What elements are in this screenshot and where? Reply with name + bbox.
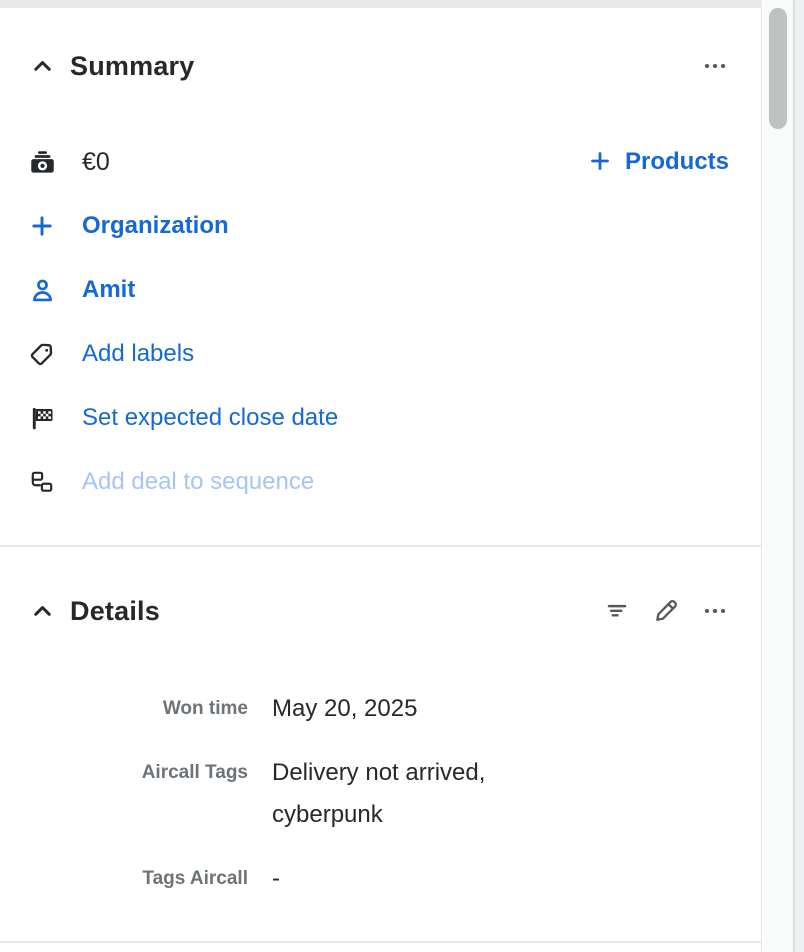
chevron-up-icon [29, 598, 56, 625]
scrollbar-thumb[interactable] [769, 8, 787, 129]
add-organization-row[interactable]: Organization [28, 211, 729, 241]
field-row-tags-aircall: Tags Aircall - [28, 858, 729, 900]
details-menu-button[interactable] [701, 597, 729, 625]
field-value[interactable]: - [272, 858, 582, 900]
summary-collapse-button[interactable] [28, 52, 56, 80]
add-deal-to-sequence-link: Add deal to sequence [82, 468, 314, 496]
section-divider [0, 941, 761, 943]
details-edit-button[interactable] [652, 597, 680, 625]
add-labels-row[interactable]: Add labels [28, 339, 729, 369]
ellipsis-icon [702, 53, 728, 79]
summary-header: Summary [28, 48, 729, 84]
products-label: Products [625, 148, 729, 176]
summary-menu-button[interactable] [701, 52, 729, 80]
edit-pencil-icon [653, 598, 679, 624]
field-label: Won time [28, 688, 248, 730]
field-label: Tags Aircall [28, 858, 248, 900]
details-filter-button[interactable] [603, 597, 631, 625]
field-value[interactable]: Delivery not arrived, cyberpunk [272, 752, 582, 836]
field-row-aircall-tags: Aircall Tags Delivery not arrived, cyber… [28, 752, 729, 836]
add-deal-to-sequence-row: Add deal to sequence [28, 467, 729, 497]
field-value[interactable]: May 20, 2025 [272, 688, 582, 730]
person-icon [28, 276, 56, 304]
plus-icon [588, 149, 612, 176]
details-title: Details [70, 596, 160, 627]
ellipsis-icon [702, 598, 728, 624]
finish-flag-icon [28, 404, 56, 432]
scrollbar-track[interactable] [763, 0, 793, 952]
top-edge-strip [0, 0, 762, 8]
tag-icon [28, 340, 56, 368]
organization-link[interactable]: Organization [82, 212, 229, 240]
details-collapse-button[interactable] [28, 597, 56, 625]
sequence-icon [28, 468, 56, 496]
contact-person-row[interactable]: Amit [28, 275, 729, 305]
deal-value-row: €0 Products [28, 147, 729, 177]
person-link[interactable]: Amit [82, 276, 135, 304]
filter-icon [604, 598, 630, 624]
expected-close-date-row[interactable]: Set expected close date [28, 403, 729, 433]
adjacent-panel-edge [793, 0, 804, 952]
money-bills-icon [28, 148, 56, 176]
set-expected-close-date-link[interactable]: Set expected close date [82, 404, 338, 432]
details-card: Details [0, 547, 761, 943]
field-label: Aircall Tags [28, 752, 248, 794]
plus-icon [28, 212, 56, 240]
deal-sidebar-panel: Summary €0 Products [0, 0, 762, 952]
add-products-button[interactable]: Products [588, 148, 729, 176]
summary-card: Summary €0 Products [0, 0, 761, 547]
details-header: Details [28, 593, 729, 629]
summary-title: Summary [70, 51, 194, 82]
add-labels-link[interactable]: Add labels [82, 340, 194, 368]
deal-value: €0 [82, 148, 110, 177]
chevron-up-icon [29, 53, 56, 80]
field-row-won-time: Won time May 20, 2025 [28, 688, 729, 730]
